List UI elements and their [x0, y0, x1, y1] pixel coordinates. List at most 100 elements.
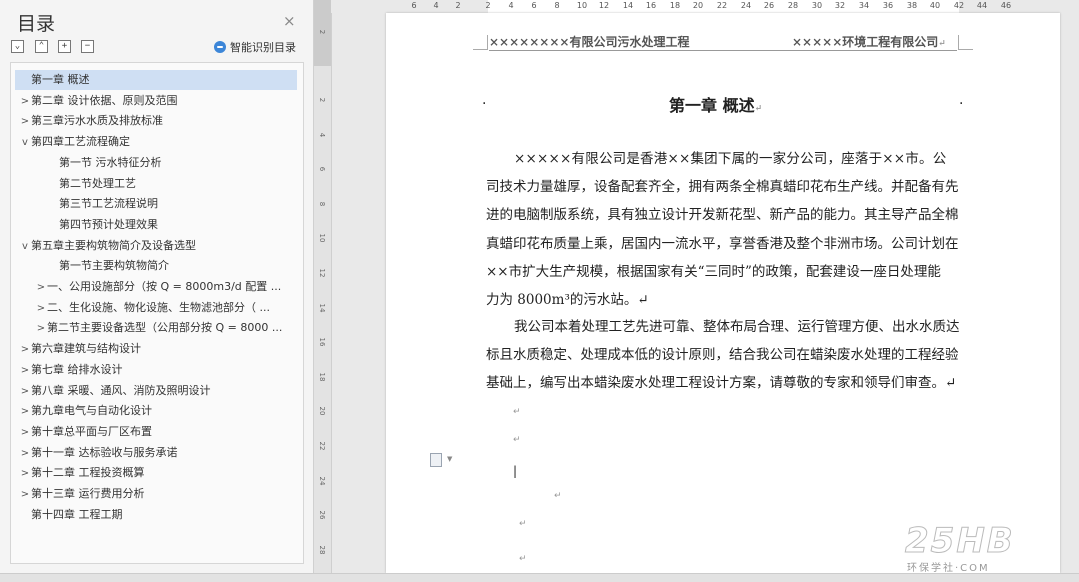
toc-item[interactable]: 第二节处理工艺 — [15, 174, 297, 194]
add-heading-button[interactable]: + — [58, 40, 71, 53]
close-icon[interactable]: × — [283, 12, 296, 30]
smart-toc-label: 智能识别目录 — [230, 41, 296, 54]
chevron-down-icon[interactable]: v — [19, 133, 31, 152]
chevron-right-icon[interactable]: > — [19, 423, 31, 442]
nav-pane-title: 目录 — [17, 13, 56, 35]
toc-item-label: 第三节工艺流程说明 — [59, 197, 158, 211]
toc-item[interactable]: 第一节 污水特征分析 — [15, 153, 297, 173]
header-right-label: ×××××环境工程有限公司 — [792, 35, 939, 49]
chevron-right-icon[interactable]: > — [35, 319, 47, 338]
toc-item[interactable]: 第一节主要构筑物简介 — [15, 256, 297, 276]
toc-item-label: 第五章主要构筑物简介及设备选型 — [31, 238, 196, 252]
watermark-subtitle: 环保学社·COM — [907, 563, 990, 574]
toc-item-label: 第十四章 工程工期 — [31, 507, 123, 521]
paragraph-line: 力为 8000m³的污水站。↵ — [486, 292, 649, 308]
ruler-tick-label: 12 — [318, 268, 326, 278]
paragraph-line: 我公司本着处理工艺先进可靠、整体布局合理、运行管理方便、出水水质达 — [514, 319, 960, 335]
ruler-tick-label: 40 — [929, 1, 941, 10]
remove-heading-button[interactable]: − — [81, 40, 94, 53]
toc-item-label: 第一章 概述 — [31, 73, 90, 86]
toc-item[interactable]: v 第五章主要构筑物简介及设备选型 — [15, 236, 297, 256]
toc-item[interactable]: v 第四章工艺流程确定 — [15, 132, 297, 152]
ruler-tick-label: 10 — [576, 1, 588, 10]
smart-recognize-icon — [214, 41, 226, 53]
chevron-right-icon[interactable]: > — [35, 278, 47, 297]
toc-item[interactable]: > 第七章 给排水设计 — [15, 360, 297, 380]
text-cursor: | — [513, 464, 518, 478]
bullet-dot-right: · — [959, 96, 964, 112]
expand-all-button[interactable]: ⌃ — [35, 40, 48, 53]
empty-paragraph-mark: ↵ — [513, 435, 521, 445]
toc-item[interactable]: > 第二章 设计依据、原则及范围 — [15, 91, 297, 111]
ruler-tick-label: 14 — [622, 1, 634, 10]
document-page[interactable]: ××××××××有限公司污水处理工程 ×××××环境工程有限公司↵ · · 第一… — [386, 13, 1060, 573]
ruler-tick-label: 2 — [318, 29, 326, 35]
toc-item-label: 第十二章 工程投资概算 — [31, 466, 145, 480]
empty-paragraph-mark: ↵ — [519, 519, 527, 529]
chevron-right-icon[interactable]: > — [19, 402, 31, 421]
ruler-tick-label: 22 — [318, 441, 326, 451]
horizontal-ruler[interactable]: 6 4 2 2 4 6 8 10 12 14 16 18 20 22 24 26 28 30 32 34 36 38 40 4… — [331, 0, 1079, 13]
ruler-tick-label: 36 — [882, 1, 894, 10]
toc-item[interactable]: 第十四章 工程工期 — [15, 505, 297, 525]
paste-options-icon[interactable] — [430, 453, 442, 467]
ruler-tick-label: 14 — [318, 303, 326, 313]
chevron-right-icon[interactable]: > — [35, 299, 47, 318]
ruler-tick-label: 2 — [485, 1, 491, 10]
paragraph-line: 标且水质稳定、处理成本低的设计原则，结合我公司在蜡染废水处理的工程经验 — [486, 347, 959, 364]
toc-item[interactable]: > 第九章电气与自动化设计 — [15, 401, 297, 421]
chevron-right-icon[interactable]: > — [19, 485, 31, 504]
chevron-right-icon[interactable]: > — [19, 444, 31, 463]
chevron-right-icon[interactable]: > — [19, 112, 31, 131]
empty-paragraph-mark: ↵ — [554, 491, 562, 501]
ruler-tick-label: 26 — [318, 510, 326, 520]
chevron-down-icon[interactable]: v — [19, 237, 31, 256]
toc-item[interactable]: > 第十三章 运行费用分析 — [15, 484, 297, 504]
bullet-dot-left: · — [482, 96, 487, 112]
smart-toc-button[interactable]: 智能识别目录 — [214, 39, 296, 55]
toc-item-label: 第七章 给排水设计 — [31, 362, 123, 376]
collapse-all-button[interactable]: ⌄ — [11, 40, 24, 53]
ruler-tick-label: 8 — [318, 201, 326, 207]
toc-item-label: 第八章 采暖、通风、消防及照明设计 — [31, 383, 211, 397]
chevron-right-icon[interactable]: > — [19, 464, 31, 483]
chapter-title-text: 第一章 概述 — [669, 96, 755, 115]
toc-item-label: 二、生化设施、物化设施、生物滤池部分（ ... — [47, 300, 270, 314]
toc-item-label: 第六章建筑与结构设计 — [31, 342, 141, 356]
toc-item[interactable]: > 第十一章 达标验收与服务承诺 — [15, 443, 297, 463]
toc-item[interactable]: > 第六章建筑与结构设计 — [15, 339, 297, 359]
chevron-down-icon[interactable]: ▼ — [447, 455, 452, 463]
navigation-pane: 目录 × ⌄ ⌃ + − 智能识别目录 第一章 概述 > 第二章 设计依据、原则及范… — [0, 0, 314, 573]
toc-item-label: 第十一章 达标验收与服务承诺 — [31, 445, 178, 459]
ruler-tick-label: 28 — [318, 545, 326, 555]
toc-item[interactable]: > 第二节主要设备选型（公用部分按 Q = 8000 ... — [15, 318, 297, 338]
chevron-right-icon[interactable]: > — [19, 92, 31, 111]
toc-item-label: 第二章 设计依据、原则及范围 — [31, 93, 178, 107]
chevron-right-icon[interactable]: > — [19, 361, 31, 380]
toc-item[interactable]: > 第八章 采暖、通风、消防及照明设计 — [15, 381, 297, 401]
paragraph-line: 进的电脑制版系统，具有独立设计开发新花型、新产品的能力。其主导产品全棉 — [486, 207, 959, 224]
toc-item[interactable]: > 二、生化设施、物化设施、生物滤池部分（ ... — [15, 298, 297, 318]
ruler-tick-label: 8 — [554, 1, 560, 10]
chevron-right-icon[interactable]: > — [19, 340, 31, 359]
ruler-tick-label: 18 — [669, 1, 681, 10]
paragraph-line: 司技术力量雄厚，设备配套齐全，拥有两条全棉真蜡印花布生产线。并配备有先 — [486, 179, 959, 196]
toc-item[interactable]: 第一章 概述 — [15, 70, 297, 90]
toc-item-label: 第四节预计处理效果 — [59, 217, 158, 231]
empty-paragraph-mark: ↵ — [513, 407, 521, 417]
toc-item[interactable]: 第三节工艺流程说明 — [15, 194, 297, 214]
toc-item[interactable]: > 第十章总平面与厂区布置 — [15, 422, 297, 442]
toc-item[interactable]: 第四节预计处理效果 — [15, 215, 297, 235]
ruler-tick-label: 16 — [645, 1, 657, 10]
ruler-tick-label: 24 — [318, 476, 326, 486]
toc-item-label: 第十章总平面与厂区布置 — [31, 424, 152, 438]
toc-item[interactable]: > 第三章污水水质及排放标准 — [15, 111, 297, 131]
ruler-tick-label: 24 — [740, 1, 752, 10]
crop-mark-top-left — [473, 35, 488, 50]
chevron-right-icon[interactable]: > — [19, 382, 31, 401]
toc-item[interactable]: > 第十二章 工程投资概算 — [15, 463, 297, 483]
ruler-tick-label: 12 — [598, 1, 610, 10]
toc-item[interactable]: > 一、公用设施部分（按 Q = 8000m3/d 配置 ... — [15, 277, 297, 297]
paragraph-line: ×××××有限公司是香港××集团下属的一家分公司，座落于××市。公 — [514, 151, 947, 167]
ruler-tick-label: 2 — [318, 97, 326, 103]
